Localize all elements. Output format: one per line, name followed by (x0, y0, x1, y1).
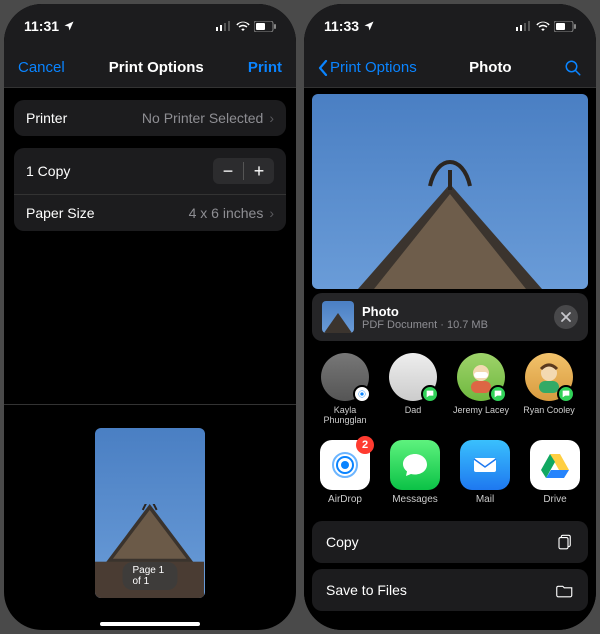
status-bar: 11:31 (4, 4, 296, 48)
airdrop-icon: 2 (320, 440, 370, 490)
actions-list: Copy Save to Files (312, 521, 588, 611)
document-preview[interactable] (312, 94, 588, 289)
contact-name: Dad (405, 405, 422, 415)
chevron-right-icon: › (269, 205, 274, 221)
printer-row[interactable]: Printer No Printer Selected › (14, 100, 286, 136)
app-mail[interactable]: Mail (456, 440, 514, 505)
copies-row: 1 Copy − + (14, 148, 286, 195)
cellular-icon (216, 21, 232, 31)
copy-icon (556, 533, 574, 551)
wifi-icon (236, 21, 250, 31)
printer-value: No Printer Selected (142, 110, 263, 126)
contacts-row[interactable]: Kayla Phungglan Dad Jeremy Lacey (304, 345, 596, 434)
location-arrow-icon (63, 20, 75, 32)
status-indicators (216, 21, 276, 32)
paper-size-row[interactable]: Paper Size 4 x 6 inches › (14, 195, 286, 231)
copies-label: 1 Copy (26, 163, 70, 179)
app-airdrop[interactable]: 2 AirDrop (316, 440, 374, 505)
options-group: 1 Copy − + Paper Size 4 x 6 inches › (14, 148, 286, 231)
nav-bar: Cancel Print Options Print (4, 48, 296, 88)
badge: 2 (356, 436, 374, 454)
contact-ryan[interactable]: Ryan Cooley (520, 353, 578, 426)
home-indicator[interactable] (100, 622, 200, 626)
contact-kayla[interactable]: Kayla Phungglan (316, 353, 374, 426)
airdrop-badge-icon (357, 389, 367, 399)
plus-button[interactable]: + (244, 158, 274, 184)
app-name: Mail (476, 494, 494, 505)
app-name: Drive (543, 494, 566, 505)
nav-title: Photo (469, 59, 512, 76)
mail-icon (460, 440, 510, 490)
messages-badge-icon (557, 385, 575, 403)
paper-size-label: Paper Size (26, 205, 94, 221)
copy-action[interactable]: Copy (312, 521, 588, 563)
action-label: Copy (326, 534, 359, 550)
avatar (321, 353, 369, 401)
status-time: 11:31 (24, 18, 59, 34)
chevron-right-icon: › (269, 110, 274, 126)
save-to-files-action[interactable]: Save to Files (312, 569, 588, 611)
printer-group: Printer No Printer Selected › (14, 100, 286, 136)
paper-size-value: 4 x 6 inches (189, 205, 264, 221)
messages-icon (390, 440, 440, 490)
location-arrow-icon (363, 20, 375, 32)
contact-jeremy[interactable]: Jeremy Lacey (452, 353, 510, 426)
photo-content (312, 94, 588, 289)
battery-icon (554, 21, 576, 32)
action-label: Save to Files (326, 582, 407, 598)
app-name: AirDrop (328, 494, 362, 505)
minus-button[interactable]: − (213, 158, 243, 184)
battery-icon (254, 21, 276, 32)
printer-label: Printer (26, 110, 67, 126)
close-icon (561, 312, 571, 322)
contact-name: Ryan Cooley (523, 405, 575, 415)
status-indicators (516, 21, 576, 32)
page-indicator: Page 1 of 1 (123, 562, 178, 590)
cancel-button[interactable]: Cancel (18, 59, 65, 76)
share-item-thumb (322, 301, 354, 333)
drive-icon (530, 440, 580, 490)
page-thumbnail[interactable]: Page 1 of 1 (95, 428, 205, 598)
status-time: 11:33 (324, 18, 359, 34)
search-icon (564, 59, 582, 77)
print-options-screen: 11:31 Cancel Print Options Print Printer… (4, 4, 296, 630)
app-messages[interactable]: Messages (386, 440, 444, 505)
contact-dad[interactable]: Dad (384, 353, 442, 426)
app-name: Messages (392, 494, 438, 505)
contact-name: Kayla Phungglan (316, 405, 374, 426)
copies-stepper[interactable]: − + (213, 158, 274, 184)
close-button[interactable] (554, 305, 578, 329)
chevron-left-icon (318, 60, 328, 76)
print-button[interactable]: Print (248, 59, 282, 76)
messages-badge-icon (421, 385, 439, 403)
contact-name: Jeremy Lacey (453, 405, 509, 415)
avatar (457, 353, 505, 401)
apps-row[interactable]: 2 AirDrop Messages Mail Drive (304, 434, 596, 515)
nav-bar: Print Options Photo (304, 48, 596, 88)
share-sheet-screen: 11:33 Print Options Photo (304, 4, 596, 630)
share-item-name: Photo (362, 304, 546, 319)
back-button[interactable]: Print Options (318, 59, 417, 76)
app-drive[interactable]: Drive (526, 440, 584, 505)
messages-badge-icon (489, 385, 507, 403)
share-item-card: Photo PDF Document · 10.7 MB (312, 293, 588, 341)
folder-icon (556, 581, 574, 599)
cellular-icon (516, 21, 532, 31)
search-button[interactable] (564, 59, 582, 77)
wifi-icon (536, 21, 550, 31)
avatar (389, 353, 437, 401)
page-preview-area: Page 1 of 1 (4, 404, 296, 620)
nav-title: Print Options (109, 59, 204, 76)
share-item-meta: PDF Document · 10.7 MB (362, 319, 546, 331)
status-bar: 11:33 (304, 4, 596, 48)
avatar (525, 353, 573, 401)
